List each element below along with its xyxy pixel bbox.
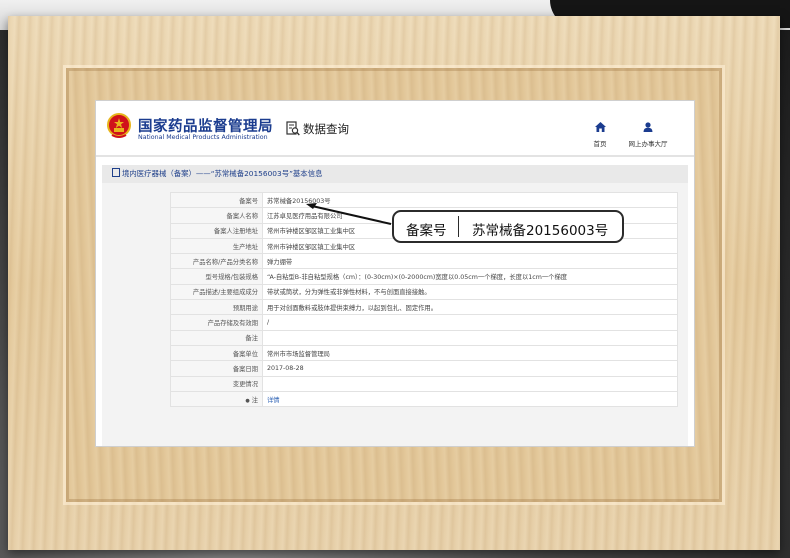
nav-online-hall-label: 网上办事大厅 <box>628 140 668 148</box>
row-value: 常州市市场监督管理局 <box>262 344 678 362</box>
row-label: 备案单位 <box>170 344 263 362</box>
row-value: 用于对创面敷料或肢体提供束缚力，以起到包扎、固定作用。 <box>262 299 678 316</box>
row-value: 弹力绷带 <box>262 253 678 270</box>
nav-online-hall[interactable]: 网上办事大厅 <box>624 117 672 148</box>
row-label: 变更情况 <box>170 375 263 392</box>
row-label: 备注 <box>170 329 263 346</box>
row-label-text: 备案人名称 <box>226 212 258 220</box>
row-label-text: 备注 <box>245 335 258 343</box>
row-value: / <box>262 314 678 331</box>
row-label-text: 产品描述/主要组成成分 <box>192 289 258 297</box>
nav-home-label: 首页 <box>593 140 607 148</box>
row-label-text: 注 <box>251 396 258 404</box>
detail-panel: 境内医疗器械（备案）——“苏常械备20156003号”基本信息 备案号 苏常械备2… <box>102 165 688 446</box>
row-label-text: 型号规格/包装规格 <box>205 274 259 282</box>
table-row: 备案号 苏常械备20156003号 <box>170 191 678 209</box>
row-value <box>262 375 678 392</box>
row-value: 2017-08-28 <box>262 360 678 377</box>
details-link[interactable]: 详情 <box>262 390 678 408</box>
table-row: 产品存储及有效期 / <box>170 314 678 331</box>
table-row: 预期用途 用于对创面敷料或肢体提供束缚力，以起到包扎、固定作用。 <box>170 299 678 316</box>
row-label: ● 注 <box>170 390 263 408</box>
row-label-text: 备案单位 <box>232 350 258 358</box>
table-row: 备注 <box>170 329 678 346</box>
data-query-link[interactable]: 数据查询 <box>303 121 349 137</box>
row-label: 预期用途 <box>170 299 263 316</box>
row-label-text: 预期用途 <box>232 304 258 312</box>
row-label-text: 生产地址 <box>232 243 258 251</box>
row-label-text: 产品名称/产品分类名称 <box>192 258 258 266</box>
table-row: 备案日期 2017-08-28 <box>170 360 678 377</box>
search-document-icon <box>286 121 300 136</box>
panel-title: 境内医疗器械（备案）——“苏常械备20156003号”基本信息 <box>102 165 688 183</box>
table-row: 备案单位 常州市市场监督管理局 <box>170 344 678 362</box>
row-label-text: 变更情况 <box>232 381 258 389</box>
callout-divider <box>458 216 459 237</box>
row-label-text: 备案人注册地址 <box>213 228 258 236</box>
callout-value: 苏常械备20156003号 <box>472 223 609 239</box>
row-label: 产品存储及有效期 <box>170 314 263 331</box>
row-label: 型号规格/包装规格 <box>170 268 263 285</box>
table-row: 产品名称/产品分类名称 弹力绷带 <box>170 253 678 270</box>
table-row: ● 注详情 <box>170 390 678 408</box>
site-header: 国家药品监督管理局 National Medical Products Admi… <box>96 101 694 157</box>
row-value: 苏常械备20156003号 <box>262 191 678 209</box>
row-value <box>262 329 678 346</box>
home-icon <box>594 122 606 132</box>
site-title[interactable]: 国家药品监督管理局 <box>138 115 273 136</box>
callout-label: 备案号 <box>406 223 447 239</box>
nav-home[interactable]: 首页 <box>587 117 613 148</box>
row-value: 带状或筒状，分为弹性或非弹性材料，不与创面直接接触。 <box>262 283 678 301</box>
site-subtitle: National Medical Products Administration <box>138 134 268 141</box>
row-label: 产品描述/主要组成成分 <box>170 283 263 301</box>
user-icon <box>643 122 653 132</box>
table-row: 产品描述/主要组成成分 带状或筒状，分为弹性或非弹性材料，不与创面直接接触。 <box>170 283 678 301</box>
document-icon <box>112 168 120 177</box>
table-row: 型号规格/包装规格 “A-自粘型B-非自粘型规格（cm）：(0-30cm)×(0-… <box>170 268 678 285</box>
row-label-text: 备案号 <box>239 197 258 205</box>
screenshot-panel: 国家药品监督管理局 National Medical Products Admi… <box>96 101 694 446</box>
row-label: 备案人注册地址 <box>170 222 263 239</box>
national-emblem-icon <box>107 113 131 138</box>
panel-title-text: 境内医疗器械（备案）——“苏常械备20156003号”基本信息 <box>122 169 323 178</box>
row-label: 生产地址 <box>170 237 263 255</box>
row-label: 备案号 <box>170 191 263 209</box>
row-label-text: 备案日期 <box>232 365 258 373</box>
row-value: “A-自粘型B-非自粘型规格（cm）：(0-30cm)×(0-2000cm)宽度… <box>262 268 678 285</box>
row-label: 产品名称/产品分类名称 <box>170 253 263 270</box>
row-label: 备案日期 <box>170 360 263 377</box>
row-label: 备案人名称 <box>170 207 263 224</box>
filing-number-callout: 备案号 苏常械备20156003号 <box>392 210 624 243</box>
table-row: 变更情况 <box>170 375 678 392</box>
row-label-text: 产品存储及有效期 <box>207 320 258 328</box>
pin-icon: ● <box>245 397 250 404</box>
